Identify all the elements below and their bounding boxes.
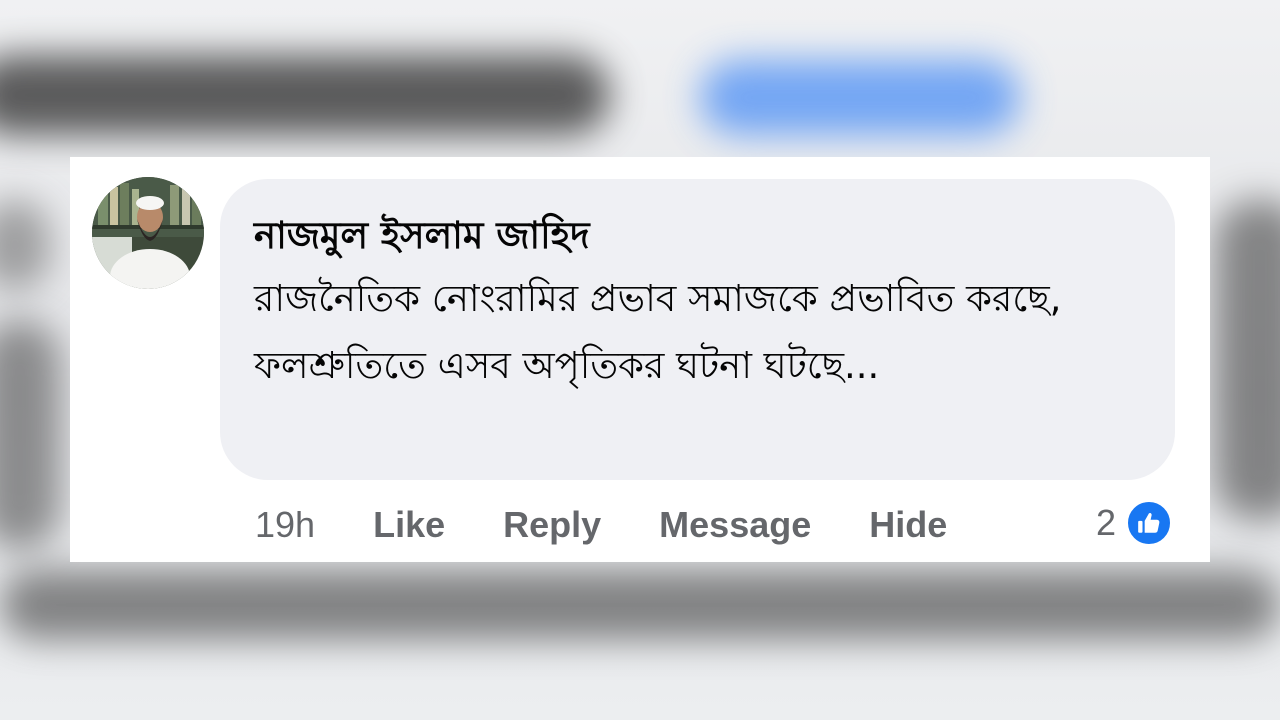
blurred-text-right [1215,200,1280,520]
blurred-bottom-text [0,570,1280,640]
comment-text: রাজনৈতিক নোংরামির প্রভাব সমাজকে প্রভাবিত… [254,277,1062,387]
comment-actions: 19h Like Reply Message Hide [255,497,947,553]
comment-author-name[interactable]: নাজমুল ইসলাম জাহিদ [254,207,1139,265]
avatar[interactable] [92,177,204,289]
message-button[interactable]: Message [659,504,811,546]
reply-button[interactable]: Reply [503,504,601,546]
blurred-name-text [0,55,610,135]
comment-timestamp[interactable]: 19h [255,504,315,546]
like-button[interactable]: Like [373,504,445,546]
blurred-avatar-left [0,200,50,290]
reaction-count: 2 [1096,502,1117,543]
blurred-text-left [0,320,60,550]
blurred-follow-link [700,60,1020,135]
reaction-summary[interactable]: 2 [1096,497,1173,549]
comment-card: নাজমুল ইসলাম জাহিদ রাজনৈতিক নোংরামির প্র… [70,157,1210,562]
avatar-photo [92,177,204,289]
comment-bubble: নাজমুল ইসলাম জাহিদ রাজনৈতিক নোংরামির প্র… [220,179,1175,480]
hide-button[interactable]: Hide [869,504,947,546]
thumbs-up-icon [1126,500,1173,546]
